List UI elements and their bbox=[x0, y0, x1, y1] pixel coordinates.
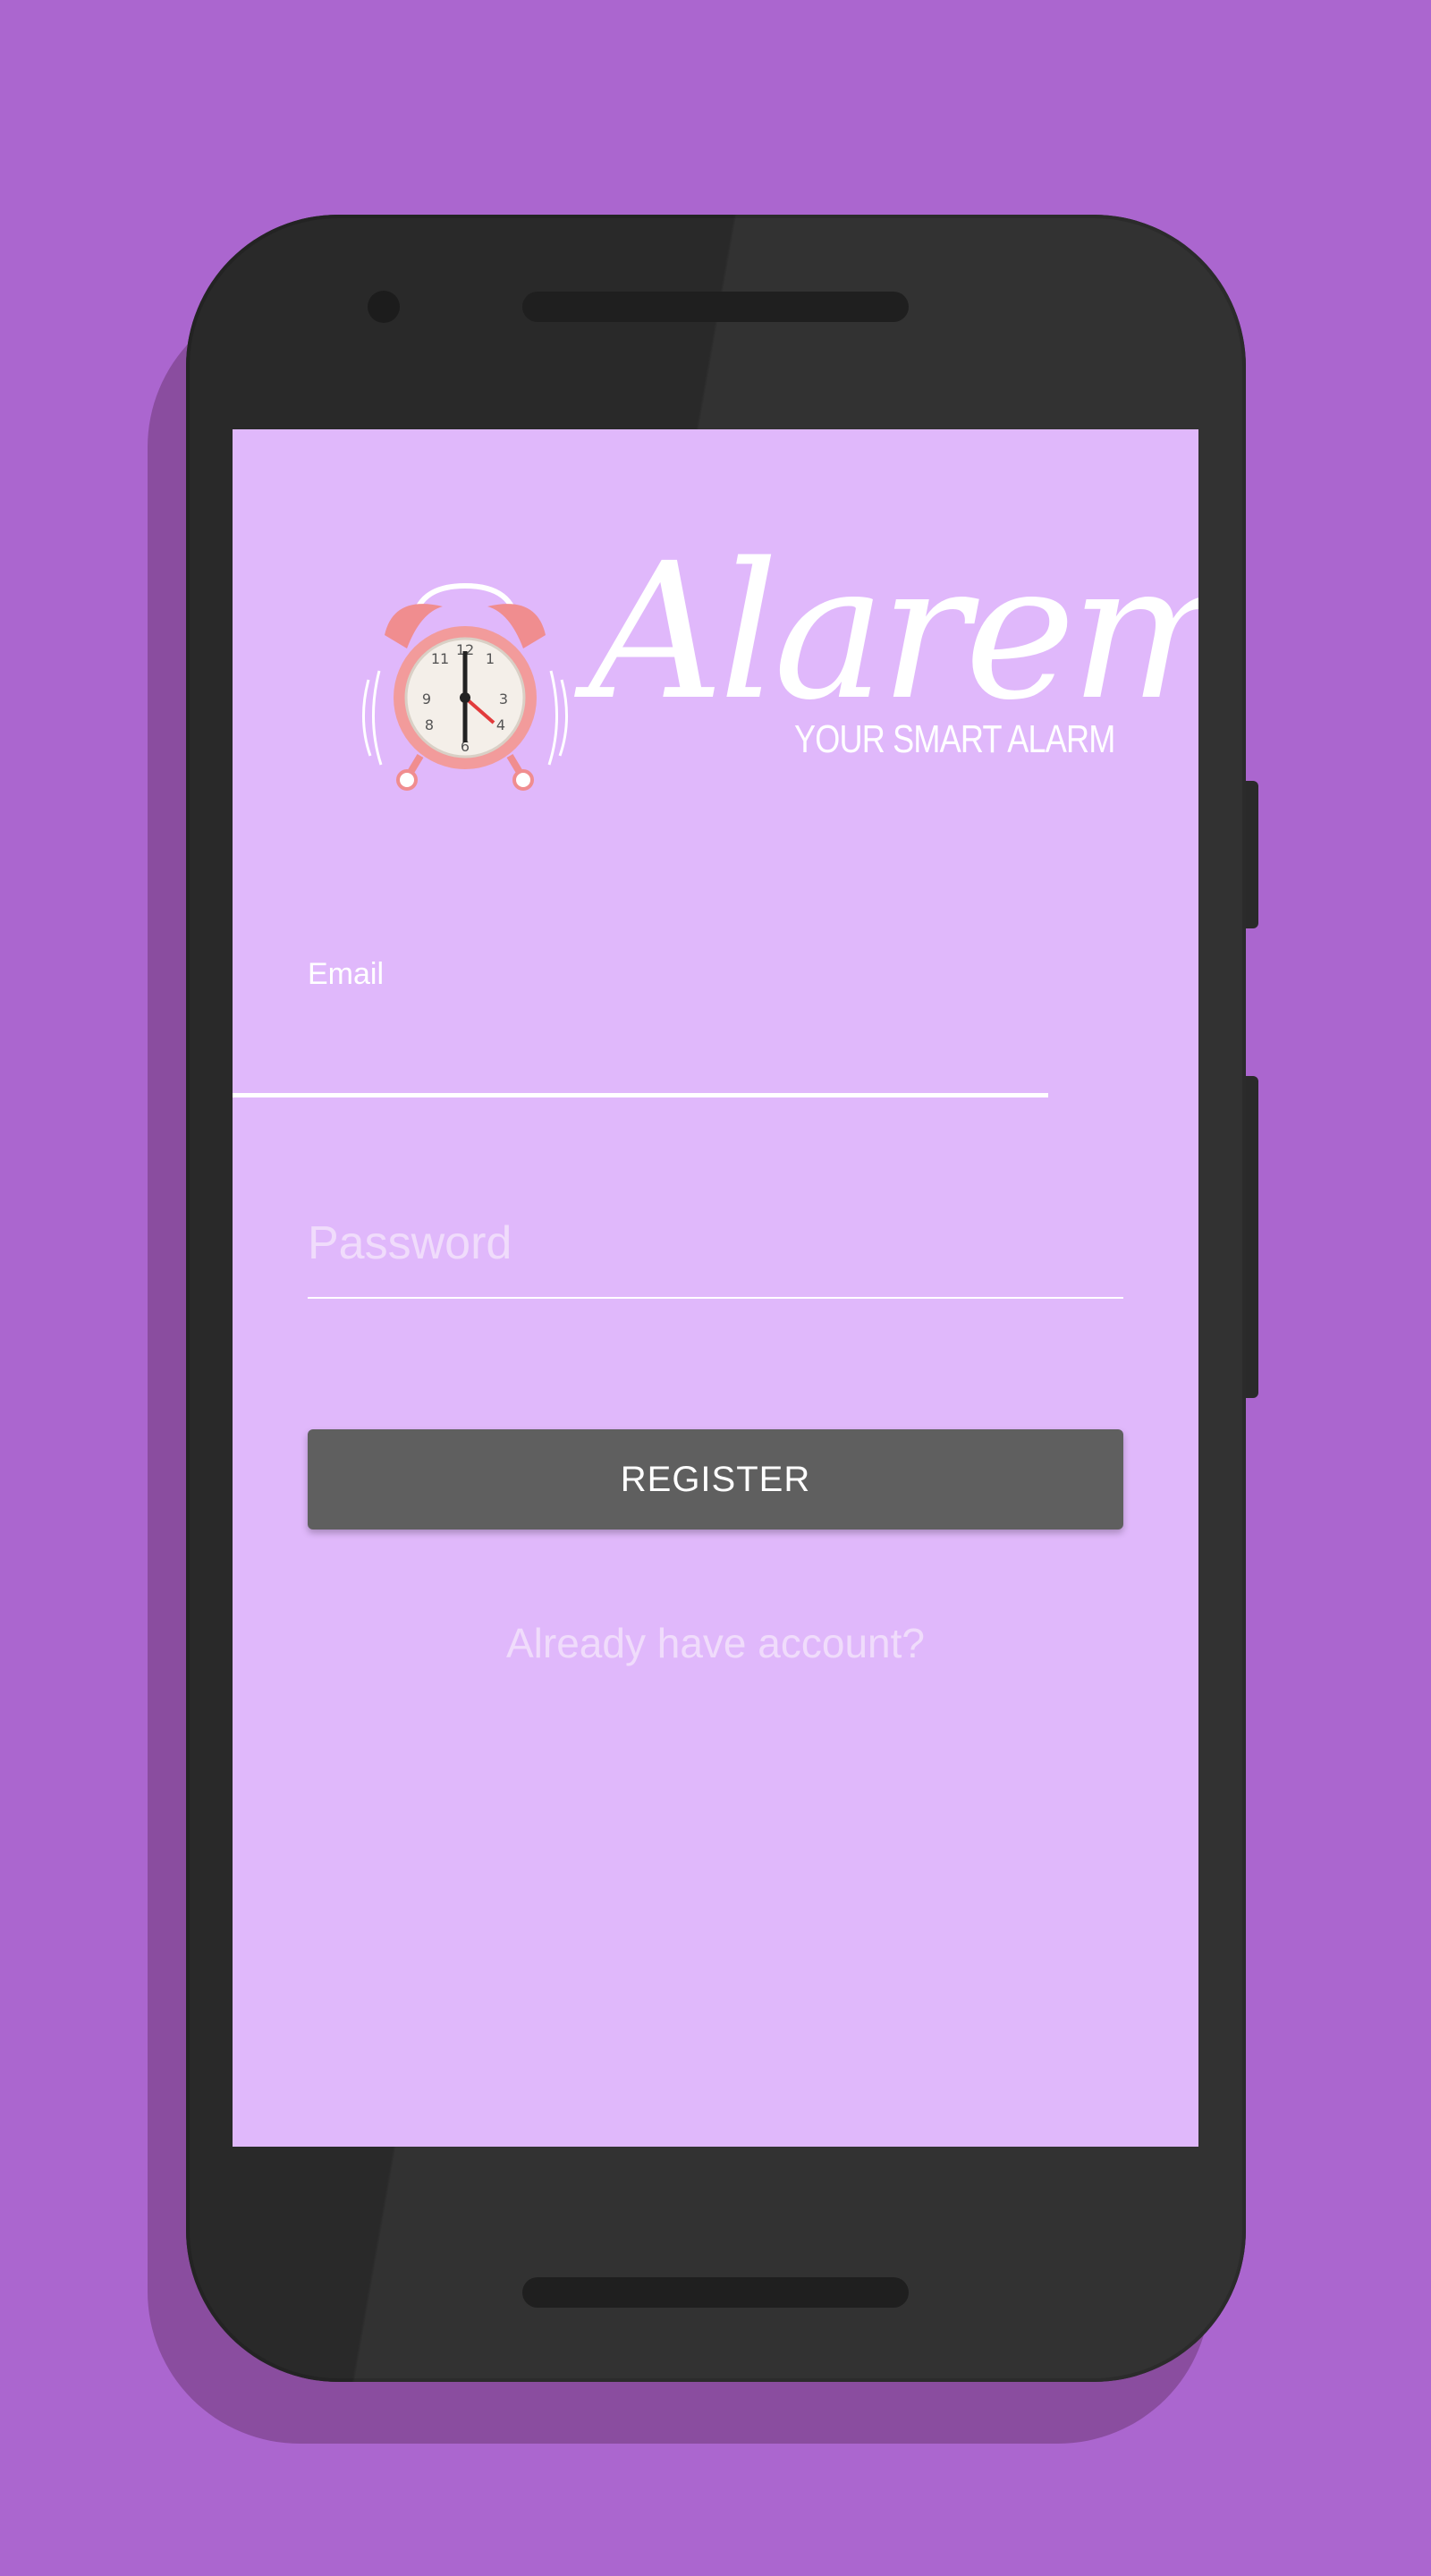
password-field[interactable]: Password bbox=[308, 1216, 1127, 1288]
email-field[interactable]: Email bbox=[308, 957, 1127, 1082]
brand-name: Alarem bbox=[588, 522, 1198, 741]
svg-text:8: 8 bbox=[425, 716, 434, 733]
brand-tagline: YOUR SMART ALARM bbox=[794, 717, 1115, 761]
volume-button bbox=[1246, 1076, 1258, 1398]
svg-text:3: 3 bbox=[499, 691, 508, 708]
svg-text:4: 4 bbox=[496, 716, 505, 733]
email-input[interactable] bbox=[308, 1020, 1127, 1075]
svg-text:1: 1 bbox=[486, 650, 495, 667]
app-screen: 12 3 6 9 1 11 4 8 Alarem YOUR SMART ALAR… bbox=[233, 429, 1198, 2147]
email-underline bbox=[233, 1093, 1048, 1097]
power-button bbox=[1246, 781, 1258, 928]
email-label: Email bbox=[308, 957, 385, 991]
login-link[interactable]: Already have account? bbox=[233, 1619, 1198, 1667]
password-underline bbox=[308, 1297, 1123, 1299]
app-logo: 12 3 6 9 1 11 4 8 Alarem YOUR SMART ALAR… bbox=[358, 538, 1198, 796]
earpiece-speaker bbox=[522, 292, 909, 322]
svg-text:11: 11 bbox=[431, 650, 449, 667]
svg-text:9: 9 bbox=[422, 691, 431, 708]
alarm-clock-icon: 12 3 6 9 1 11 4 8 bbox=[362, 582, 568, 791]
front-camera bbox=[368, 291, 400, 323]
bottom-speaker bbox=[522, 2277, 909, 2308]
register-button[interactable]: REGISTER bbox=[308, 1429, 1123, 1530]
password-input[interactable] bbox=[308, 1216, 1127, 1272]
